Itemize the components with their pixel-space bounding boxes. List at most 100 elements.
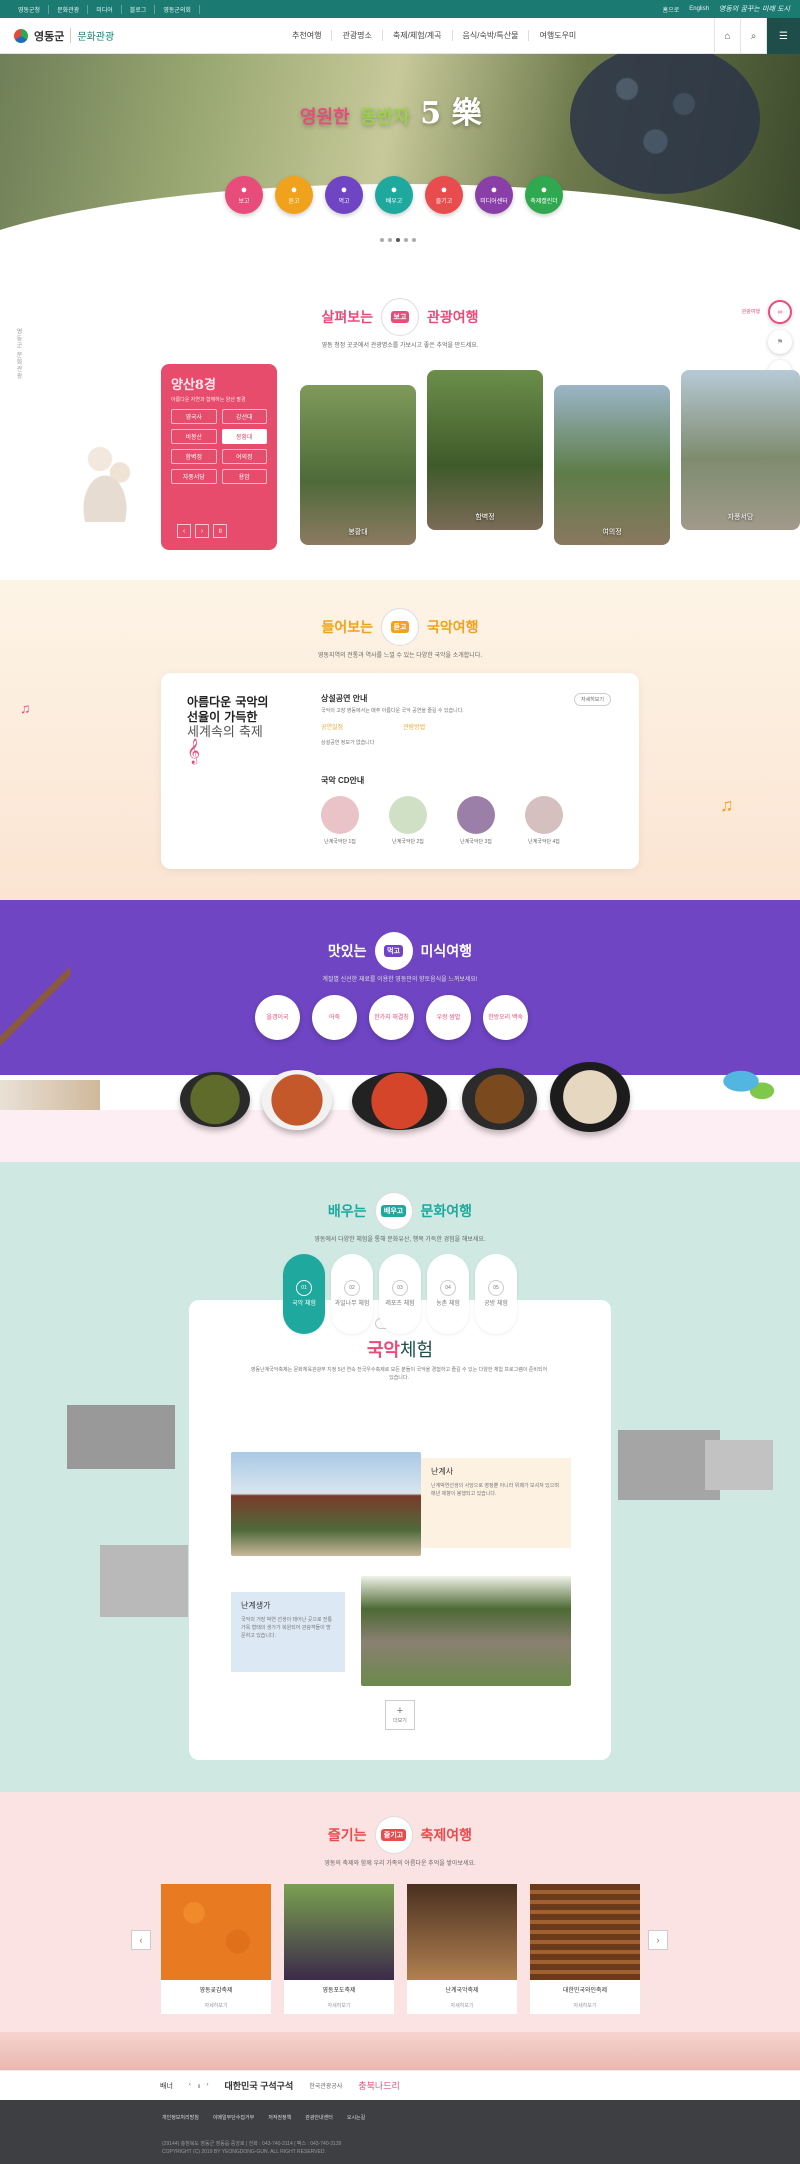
nav-item[interactable]: 관광명소 bbox=[332, 30, 383, 41]
next-icon[interactable]: › bbox=[207, 2082, 209, 2090]
festival-photo[interactable] bbox=[284, 1884, 394, 1980]
footer-link[interactable]: 저작권정책 bbox=[268, 2114, 291, 2121]
place-button[interactable]: 강선대 bbox=[221, 409, 267, 424]
photo-card[interactable]: 봉황대 bbox=[300, 385, 416, 545]
nav-item[interactable]: 추천여행 bbox=[282, 30, 333, 41]
quick-menu-item[interactable]: ● 즐기고 bbox=[425, 176, 463, 214]
cd-item[interactable]: 난계국악단 3집 bbox=[457, 796, 495, 845]
prev-icon[interactable]: ‹ bbox=[189, 2082, 191, 2090]
section-title-hear: 들어보는 듣고 국악여행 영동지역의 전통과 역사를 느낄 수 있는 다양한 국악을… bbox=[0, 608, 800, 659]
util-link[interactable]: 영동군의회 bbox=[155, 4, 200, 14]
footer-link[interactable]: 개인정보처리방침 bbox=[162, 2114, 199, 2121]
cd-item[interactable]: 난계국악단 1집 bbox=[321, 796, 359, 845]
next-arrow-icon[interactable]: › bbox=[648, 1930, 668, 1950]
section-title-learn: 배우는 배우고 문화여행 영동에서 다양한 체험을 통해 문화유산, 행복 가득한 … bbox=[0, 1192, 800, 1243]
food-item[interactable]: 우렁 쌈밥 bbox=[426, 995, 471, 1040]
food-bowl[interactable] bbox=[550, 1062, 630, 1132]
nav-item[interactable]: 여행도우미 bbox=[529, 30, 586, 41]
flag-icon[interactable]: ⚑ bbox=[768, 330, 792, 354]
place-button[interactable]: 영국사 bbox=[171, 409, 217, 424]
food-bowl[interactable] bbox=[462, 1068, 537, 1130]
food-item[interactable]: 한가지 해결칭 bbox=[369, 995, 414, 1040]
performance-info: 상설공연 안내 국악의 고장 영동에서는 매주 아름다운 국악 공연을 즐길 수… bbox=[321, 693, 611, 746]
experience-title: 국악체험 bbox=[366, 1340, 434, 1361]
pause-icon[interactable]: ॥ bbox=[197, 2082, 201, 2090]
food-bowl[interactable] bbox=[180, 1072, 250, 1127]
food-item[interactable]: 한방오리 백숙 bbox=[483, 995, 528, 1040]
partner-logo[interactable]: 대한민국 구석구석 bbox=[225, 2079, 294, 2092]
food-item[interactable]: 어죽 bbox=[312, 995, 357, 1040]
box-birthplace: 난계생가 국악의 거장 박연 선생이 태어난 곳으로 전통가옥 형태의 생가가 복… bbox=[231, 1592, 345, 1672]
photo-card[interactable]: 함벽정 bbox=[427, 370, 543, 530]
festival-photo[interactable] bbox=[530, 1884, 640, 1980]
more-button[interactable]: + 더보기 bbox=[385, 1700, 415, 1730]
home-icon[interactable]: ⌂ bbox=[714, 18, 740, 54]
music-box: 아름다운 국악의 선율이 가득한 세계속의 축제 𝄞 상설공연 안내 국악의 고장… bbox=[161, 673, 639, 869]
home-link[interactable]: 홈으로 bbox=[663, 5, 680, 14]
prev-icon[interactable]: ‹ bbox=[177, 524, 191, 538]
menu-icon[interactable]: ☰ bbox=[766, 18, 800, 54]
footer-link[interactable]: 오시는길 bbox=[347, 2114, 365, 2121]
lang-link[interactable]: English bbox=[689, 6, 709, 12]
cd-item[interactable]: 난계국악단 4집 bbox=[525, 796, 563, 845]
site-logo[interactable]: 영동군 문화관광 bbox=[0, 28, 114, 44]
experience-tab[interactable]: 02 과일나무 체험 bbox=[331, 1254, 373, 1334]
photo-card[interactable]: 자풍서당 bbox=[681, 370, 800, 530]
nav-item[interactable]: 음식/숙박/특산물 bbox=[453, 30, 530, 41]
quick-menu-item[interactable]: ● 듣고 bbox=[275, 176, 313, 214]
glasses-icon[interactable]: ∞ bbox=[768, 300, 792, 324]
place-button[interactable]: 봉황대 bbox=[221, 429, 267, 444]
festival-caption[interactable]: 영동곶감축제 자세히보기 bbox=[161, 1980, 271, 2014]
place-button[interactable]: 함벽정 bbox=[171, 449, 217, 464]
food-bowl[interactable] bbox=[352, 1072, 447, 1130]
quick-menu-item[interactable]: ● 미디어센터 bbox=[475, 176, 513, 214]
quick-menu-item[interactable]: ● 보고 bbox=[225, 176, 263, 214]
partner-logo[interactable]: 한국관광공사 bbox=[309, 2081, 342, 2090]
experience-tab[interactable]: 04 농촌 체험 bbox=[427, 1254, 469, 1334]
quick-menu-item[interactable]: ● 배우고 bbox=[375, 176, 413, 214]
festival-photo[interactable] bbox=[161, 1884, 271, 1980]
util-link[interactable]: 블로그 bbox=[122, 4, 156, 14]
footer-link[interactable]: 이메일무단수집거부 bbox=[213, 2114, 254, 2121]
quick-menu-item[interactable]: ● 먹고 bbox=[325, 176, 363, 214]
slide-indicator[interactable] bbox=[380, 238, 416, 242]
photo-nangyesa[interactable] bbox=[231, 1452, 421, 1556]
photo-bw bbox=[705, 1440, 773, 1490]
place-button[interactable]: 용암 bbox=[221, 469, 267, 484]
experience-panel: 체험하기 국악체험 영동난계국악축제는 문화체육관광부 지정 5년 연속 전국우… bbox=[189, 1300, 611, 1760]
experience-tab[interactable]: 01 국악 체험 bbox=[283, 1254, 325, 1334]
festival-caption[interactable]: 대한민국와인축제 자세히보기 bbox=[530, 1980, 640, 2014]
slogan: 영동의 꿈꾸는 미래 도시 bbox=[718, 5, 790, 13]
cd-info: 국악 CD안내 난계국악단 1집 난계국악단 2집 난계국악단 3집 난계국악단… bbox=[321, 775, 563, 845]
quick-menu-item[interactable]: ● 축제캘린더 bbox=[525, 176, 563, 214]
yangsan-card: 양산8경 아름다운 자연과 함께하는 양산 팔경 영국사 강선대 비봉산 봉황대 함벽정… bbox=[161, 364, 277, 550]
festival-caption[interactable]: 영동포도축제 자세히보기 bbox=[284, 1980, 394, 2014]
place-button[interactable]: 비봉산 bbox=[171, 429, 217, 444]
next-icon[interactable]: › bbox=[195, 524, 209, 538]
festival-photo[interactable] bbox=[407, 1884, 517, 1980]
festival-caption[interactable]: 난계국악축제 자세히보기 bbox=[407, 1980, 517, 2014]
partner-logo[interactable]: 충북나드리 bbox=[358, 2079, 399, 2092]
perf-more-button[interactable]: 자세히보기 bbox=[573, 693, 611, 706]
experience-tab[interactable]: 03 레포츠 체험 bbox=[379, 1254, 421, 1334]
util-link[interactable]: 미디어 bbox=[88, 4, 122, 14]
place-button[interactable]: 여의정 bbox=[221, 449, 267, 464]
logo-mark-icon bbox=[14, 28, 28, 43]
place-button[interactable]: 자풍서당 bbox=[171, 469, 217, 484]
footer-link[interactable]: 관광안내센터 bbox=[305, 2114, 333, 2121]
food-bowl[interactable] bbox=[262, 1070, 332, 1130]
experience-tab[interactable]: 05 공방 체험 bbox=[475, 1254, 517, 1334]
photo-birthplace[interactable] bbox=[361, 1576, 571, 1686]
photo-card[interactable]: 여의정 bbox=[554, 385, 670, 545]
experience-tabs: 01 국악 체험 02 과일나무 체험 03 레포츠 체험 04 농촌 체험 05 공방 체험 bbox=[283, 1254, 517, 1334]
util-link[interactable]: 영동군청 bbox=[10, 4, 50, 14]
utility-bar: 영동군청 문화관광 미디어 블로그 영동군의회 홈으로 English 영동의 … bbox=[0, 0, 800, 18]
section-title-enjoy: 즐기는 즐기고 축제여행 영동의 축제와 함께 우리 가족의 아름다운 추억을 쌓아… bbox=[0, 1816, 800, 1867]
nav-item[interactable]: 축제/체험/계곡 bbox=[383, 30, 453, 41]
food-item[interactable]: 올갱이국 bbox=[255, 995, 300, 1040]
search-icon[interactable]: ⌕ bbox=[740, 18, 766, 54]
cd-item[interactable]: 난계국악단 2집 bbox=[389, 796, 427, 845]
util-link[interactable]: 문화관광 bbox=[49, 4, 89, 14]
prev-arrow-icon[interactable]: ‹ bbox=[131, 1930, 151, 1950]
pause-icon[interactable]: ॥ bbox=[213, 524, 227, 538]
